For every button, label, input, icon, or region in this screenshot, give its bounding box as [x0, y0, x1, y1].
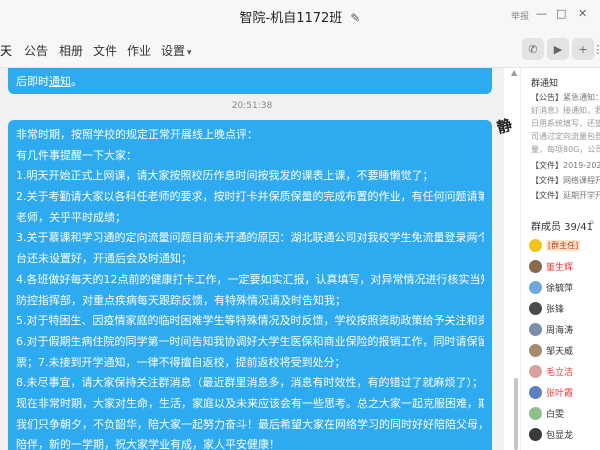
member-count: 群成员 39/41 [531, 222, 593, 233]
tab-files[interactable]: 文件 [93, 42, 117, 59]
tab-settings[interactable]: 设置 ▾ [161, 42, 192, 59]
message-line: 2.关于考勤请大家以各科任老师的要求，按时打卡并保质保量的完成布置的作业，有任何… [16, 190, 484, 204]
member-item[interactable]: 白雯 [529, 404, 564, 423]
file-name: 延期开学开课... [563, 191, 600, 200]
member-item[interactable]: 邹天威 [529, 341, 573, 360]
message-line: 我们只争朝夕，不负韶华，陪大家一起努力奋斗！最后希望大家在网络学习的同时好好陪陪… [16, 417, 484, 431]
group-sidebar: 群通知 【公告】紧急通知：一... 好消息》接通知，我... 日用系统填写，还望… [520, 68, 600, 450]
file-tag: 【文件】 [531, 161, 563, 170]
chat-area: 后即时通知。 20:51:38 非常时期，按照学校的规定正常开展线上晚点评： 有… [0, 68, 504, 450]
tab-bar: 天 公告 相册 文件 作业 设置 ▾ ✆ ▶ + ⋮ [0, 30, 600, 68]
report-link[interactable]: 举报 [511, 9, 529, 22]
member-item[interactable]: 徐毓萍 [529, 278, 573, 297]
avatar [529, 281, 542, 294]
member-item[interactable]: 包显龙 [529, 425, 573, 444]
message-line: 6.对于假期生病住院的同学第一时间告知我协调好大学生医保和商业保险的报销工作，同… [16, 334, 484, 348]
window-title-area: 智院-机自1172班 ✎ [0, 7, 600, 26]
prev-message-text: 后即时 [16, 75, 49, 88]
notice-continuation: 量，每项80G，公司... [531, 145, 600, 154]
member-item[interactable]: 张叶霞 [529, 383, 573, 402]
tab-homework[interactable]: 作业 [127, 42, 151, 59]
message-line: 陪伴，新的一学期，祝大家学业有成，家人平安健康！ [16, 438, 280, 450]
message-line: 票；7.未接到开学通知，一律不得擅自返校，提前返校将受到处分； [16, 355, 346, 369]
tab-chat[interactable]: 天 [0, 42, 12, 59]
message-line: 非常时期，按照学校的规定正常开展线上晚点评： [16, 128, 258, 141]
member-name: 白雯 [546, 410, 565, 420]
message-line: 台还未设置好，开通后会及时通知； [16, 252, 192, 266]
group-notice-title: 群通知 [531, 79, 559, 89]
member-name: 包显龙 [546, 431, 574, 441]
prev-message-link[interactable]: 通知 [49, 75, 71, 88]
window-title: 智院-机自1172班 [239, 11, 343, 26]
avatar [529, 260, 542, 273]
message-line: 老师，关乎平时成绩； [16, 210, 126, 224]
search-icon[interactable]: ⌕ [589, 217, 595, 228]
phone-icon[interactable]: ✆ [522, 38, 544, 60]
member-name: [群主任] [546, 240, 581, 251]
avatar [529, 428, 542, 441]
member-name: 徐毓萍 [546, 284, 574, 294]
message-line: 8.未尽事宜，请大家保持关注群消息（最近群里消息多，消息有时效性，有的错过了就麻… [16, 376, 483, 390]
member-name: 毛立洁 [546, 368, 574, 378]
avatar [529, 386, 542, 399]
message-timestamp: 20:51:38 [231, 101, 273, 111]
member-name: 邹天威 [546, 347, 574, 357]
message-line: 5.对于特困生、因疫情家庭的临时困难学生等特殊情况及时反馈，学校按照资助政策给予… [16, 314, 484, 328]
message-line: 3.关于慕课和学习通的定向流量问题目前未开通的原因：湖北联通公司对我校学生免流量… [16, 231, 484, 245]
member-item[interactable]: 张锋 [529, 299, 564, 318]
tab-album[interactable]: 相册 [59, 42, 83, 59]
file-name: 网络课程开课表... [563, 176, 600, 185]
message-line: 1.明天开始正式上网课，请大家按照校历作息时间按我发的课表上课，不要睡懒觉了； [16, 169, 434, 183]
avatar [529, 407, 542, 420]
file-tag: 【文件】 [531, 176, 563, 185]
pencil-icon[interactable]: ✎ [350, 11, 360, 25]
message-bubble[interactable]: 非常时期，按照学校的规定正常开展线上晚点评： 有几件事提醒一下大家： 1.明天开… [8, 120, 492, 450]
add-app-icon[interactable]: + [572, 38, 594, 60]
avatar [529, 302, 542, 315]
member-item[interactable]: [群主任] [529, 236, 581, 255]
member-item[interactable]: 董生辉 [529, 257, 573, 276]
avatar [529, 344, 542, 357]
tab-settings-label: 设置 [161, 44, 186, 58]
file-item[interactable]: 【文件】2019-2020-2... [531, 160, 600, 171]
tab-announcements[interactable]: 公告 [24, 42, 48, 59]
avatar [529, 365, 542, 378]
file-name: 2019-2020-2... [563, 161, 600, 170]
video-icon[interactable]: ▶ [547, 38, 569, 60]
file-item[interactable]: 【文件】延期开学开课... [531, 190, 600, 201]
minimize-button[interactable]: — [536, 7, 547, 20]
more-icon[interactable]: ⋮ [593, 38, 600, 60]
message-line: 有几件事提醒一下大家： [16, 148, 137, 162]
notice-continuation: 日用系统填写，还望... [531, 119, 600, 128]
member-item[interactable]: 周海涛 [529, 320, 573, 339]
prev-message-bubble: 后即时通知。 [8, 68, 492, 94]
file-tag: 【文件】 [531, 191, 563, 200]
notice-item[interactable]: 【公告】紧急通知：一... [531, 92, 600, 103]
notice-continuation: 好消息》接通知，我... [531, 106, 600, 115]
notice-continuation: 司通过定向流量包登陆 [531, 132, 600, 141]
title-bar: 智院-机自1172班 ✎ 举报 — □ ✕ [0, 0, 600, 30]
notice-tag: 【公告】 [531, 93, 563, 102]
chevron-down-icon: ▾ [187, 48, 192, 58]
member-name: 张叶霞 [546, 389, 574, 399]
member-name: 张锋 [546, 305, 565, 315]
member-name: 周海涛 [546, 326, 574, 336]
avatar [529, 323, 542, 336]
scroll-up-arrow-icon[interactable]: ▲ [511, 68, 517, 77]
file-item[interactable]: 【文件】网络课程开课表... [531, 175, 600, 186]
message-line: 现在非常时期，大家对生命，生活，家庭以及未来应该会有一些思考。总之大家一起克服困… [16, 396, 484, 410]
maximize-button[interactable]: □ [556, 7, 566, 20]
prev-message-tail: 。 [71, 75, 82, 88]
chat-scrollbar[interactable] [514, 378, 518, 450]
avatar [529, 239, 542, 252]
message-line: 防控指挥部，对重点疾病每天跟踪反馈，有特殊情况请及时告知我； [16, 293, 346, 307]
member-item[interactable]: 毛立洁 [529, 362, 573, 381]
close-button[interactable]: ✕ [578, 7, 587, 20]
message-line: 4.各班做好每天的12点前的健康打卡工作，一定要如实汇报，认真填写，对异常情况进… [16, 272, 484, 286]
notice-text: 紧急通知：一... [563, 93, 600, 102]
member-name: 董生辉 [546, 263, 574, 273]
